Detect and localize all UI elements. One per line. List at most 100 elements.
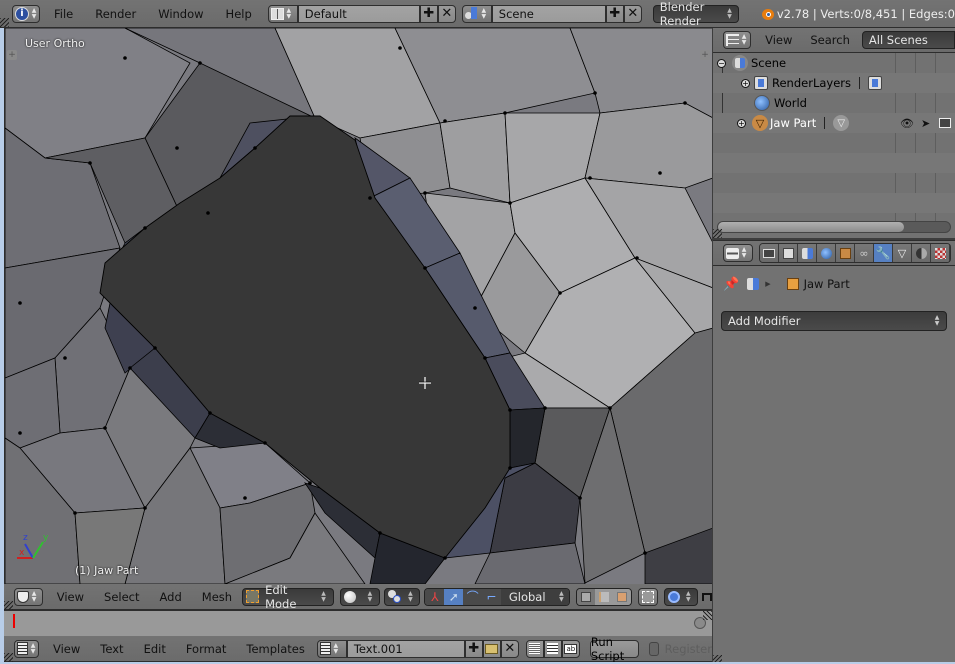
menu-file[interactable]: File (46, 7, 81, 21)
render-engine-label: Blender Render (659, 0, 705, 28)
open-text-button[interactable] (482, 639, 501, 658)
menu-view[interactable]: View (49, 590, 92, 604)
outliner-item-jaw-part[interactable]: + ▽ Jaw Part ▽ 👁 ➤ (713, 113, 955, 133)
editor-type-button[interactable]: ▲ ▼ (723, 244, 753, 262)
menu-templates[interactable]: Templates (238, 642, 312, 656)
tab-material[interactable] (912, 244, 931, 262)
tab-texture[interactable] (931, 244, 950, 262)
snap-icon[interactable] (702, 592, 712, 601)
outliner-item-scene[interactable]: − Scene (713, 53, 955, 73)
visibility-eye-icon[interactable]: 👁 (900, 117, 914, 130)
mode-dropdown[interactable]: Edit Mode ▲ ▼ (242, 583, 334, 611)
editor-type-button[interactable]: ▲ ▼ (14, 587, 43, 606)
text-editor-area[interactable] (4, 610, 712, 636)
render-layer-data-icon[interactable] (868, 76, 882, 90)
menu-select[interactable]: Select (96, 590, 147, 604)
area-corner[interactable] (4, 601, 13, 610)
face-select-mode[interactable] (613, 588, 632, 605)
orientation-dropdown[interactable]: Global ▲ ▼ (500, 588, 570, 605)
render-engine-dropdown[interactable]: Blender Render ▲ ▼ (652, 0, 739, 28)
tab-object[interactable] (836, 244, 855, 262)
tab-scene[interactable] (798, 244, 817, 262)
text-block-browse[interactable]: ▲ ▼ (316, 639, 347, 658)
syntax-highlight-toggle[interactable]: ab (561, 639, 580, 658)
horizontal-scrollbar[interactable] (717, 221, 951, 233)
properties-panel: 📌 ▶ Jaw Part Add Modifier ▲ ▼ (713, 266, 955, 664)
display-mode-dropdown[interactable]: All Scenes (861, 31, 955, 49)
renderability-camera-icon[interactable] (939, 118, 951, 128)
selectability-cursor-icon[interactable]: ➤ (921, 117, 930, 130)
menu-format[interactable]: Format (178, 642, 235, 656)
run-script-button[interactable]: Run Script (589, 635, 640, 663)
add-layout-button[interactable]: ✚ (419, 4, 438, 23)
expand-icon[interactable]: + (741, 78, 750, 88)
unlink-text-button[interactable]: ✕ (500, 639, 519, 658)
text-block-name[interactable]: Text.001 (346, 639, 465, 658)
scene-browse[interactable]: ▲ ▼ (461, 4, 492, 23)
add-modifier-dropdown[interactable]: Add Modifier ▲ ▼ (721, 311, 947, 331)
rotate-manipulator[interactable]: ⌒ (463, 588, 482, 605)
pivot-point-dropdown[interactable]: ▲ ▼ (383, 587, 421, 606)
camera-icon (763, 248, 775, 258)
menu-render[interactable]: Render (87, 7, 144, 21)
area-corner[interactable] (0, 18, 9, 27)
tab-render-layers[interactable] (779, 244, 798, 262)
tab-constraints[interactable]: ∞ (855, 244, 874, 262)
menu-text[interactable]: Text (92, 642, 131, 656)
proportional-edit-dropdown[interactable]: ▲ ▼ (663, 587, 699, 606)
scrollbar-thumb[interactable] (718, 222, 904, 232)
scene-statistics: v2.78 | Verts:0/8,451 | Edges:0 (776, 6, 955, 21)
translate-manipulator[interactable]: ➚ (444, 588, 464, 605)
menu-view[interactable]: View (45, 642, 88, 656)
word-wrap-toggle[interactable] (543, 639, 562, 658)
menu-search[interactable]: Search (802, 33, 858, 47)
pin-icon[interactable]: 📌 (723, 277, 739, 292)
menu-edit[interactable]: Edit (136, 642, 174, 656)
editor-type-button[interactable]: ▲ ▼ (14, 639, 39, 658)
tab-modifiers[interactable]: 🔧 (874, 244, 893, 262)
properties-region-toggle[interactable]: + (700, 50, 710, 60)
delete-layout-button[interactable]: ✕ (437, 4, 456, 23)
menu-add[interactable]: Add (152, 590, 190, 604)
delete-scene-button[interactable]: ✕ (623, 4, 642, 23)
register-checkbox[interactable] (649, 641, 659, 656)
tab-world[interactable] (817, 244, 836, 262)
up-down-icon: ▲ ▼ (727, 6, 732, 20)
tab-render[interactable] (760, 244, 779, 262)
toolshelf-toggle[interactable]: + (7, 50, 17, 60)
new-text-button[interactable]: ✚ (464, 639, 483, 658)
area-corner[interactable] (4, 653, 13, 662)
word-wrap-icon (547, 643, 559, 654)
mesh-data-icon[interactable]: ▽ (833, 115, 850, 131)
expand-icon[interactable]: + (737, 118, 746, 128)
screen-layout-name[interactable]: Default (297, 4, 420, 23)
z-axis-label: z (23, 533, 28, 543)
editor-type-button[interactable]: i ▲ ▼ (12, 4, 40, 23)
tab-data[interactable]: ▽ (893, 244, 912, 262)
mode-label: Edit Mode (265, 582, 297, 611)
area-corner[interactable] (703, 611, 712, 620)
collapse-icon[interactable]: − (717, 58, 726, 68)
manipulator-toggle[interactable]: ⅄ (425, 588, 445, 605)
menu-help[interactable]: Help (218, 7, 260, 21)
scale-manipulator[interactable]: ⌐ (482, 588, 501, 605)
close-icon: ✕ (627, 6, 639, 21)
3d-viewport[interactable]: User Ortho + + x z y (1) Jaw Part (4, 28, 712, 584)
add-scene-button[interactable]: ✚ (605, 4, 624, 23)
outliner-item-renderlayers[interactable]: + RenderLayers (713, 73, 955, 93)
add-modifier-label: Add Modifier (728, 314, 801, 328)
limit-selection-visible[interactable] (638, 587, 658, 606)
menu-view[interactable]: View (757, 33, 800, 47)
screen-layout-browse[interactable]: ▲ ▼ (267, 4, 298, 23)
outliner-item-world[interactable]: World (713, 93, 955, 113)
scene-name[interactable]: Scene (491, 4, 606, 23)
outliner-icon (726, 34, 739, 46)
vertex-select-mode[interactable] (577, 588, 596, 605)
area-corner[interactable] (713, 229, 722, 238)
line-numbers-toggle[interactable] (525, 639, 544, 658)
menu-window[interactable]: Window (150, 7, 211, 21)
viewport-shading-dropdown[interactable]: ▲ ▼ (339, 587, 380, 606)
editor-type-button[interactable]: ▲ ▼ (723, 31, 752, 49)
edge-select-mode[interactable] (595, 588, 614, 605)
menu-mesh[interactable]: Mesh (194, 590, 240, 604)
